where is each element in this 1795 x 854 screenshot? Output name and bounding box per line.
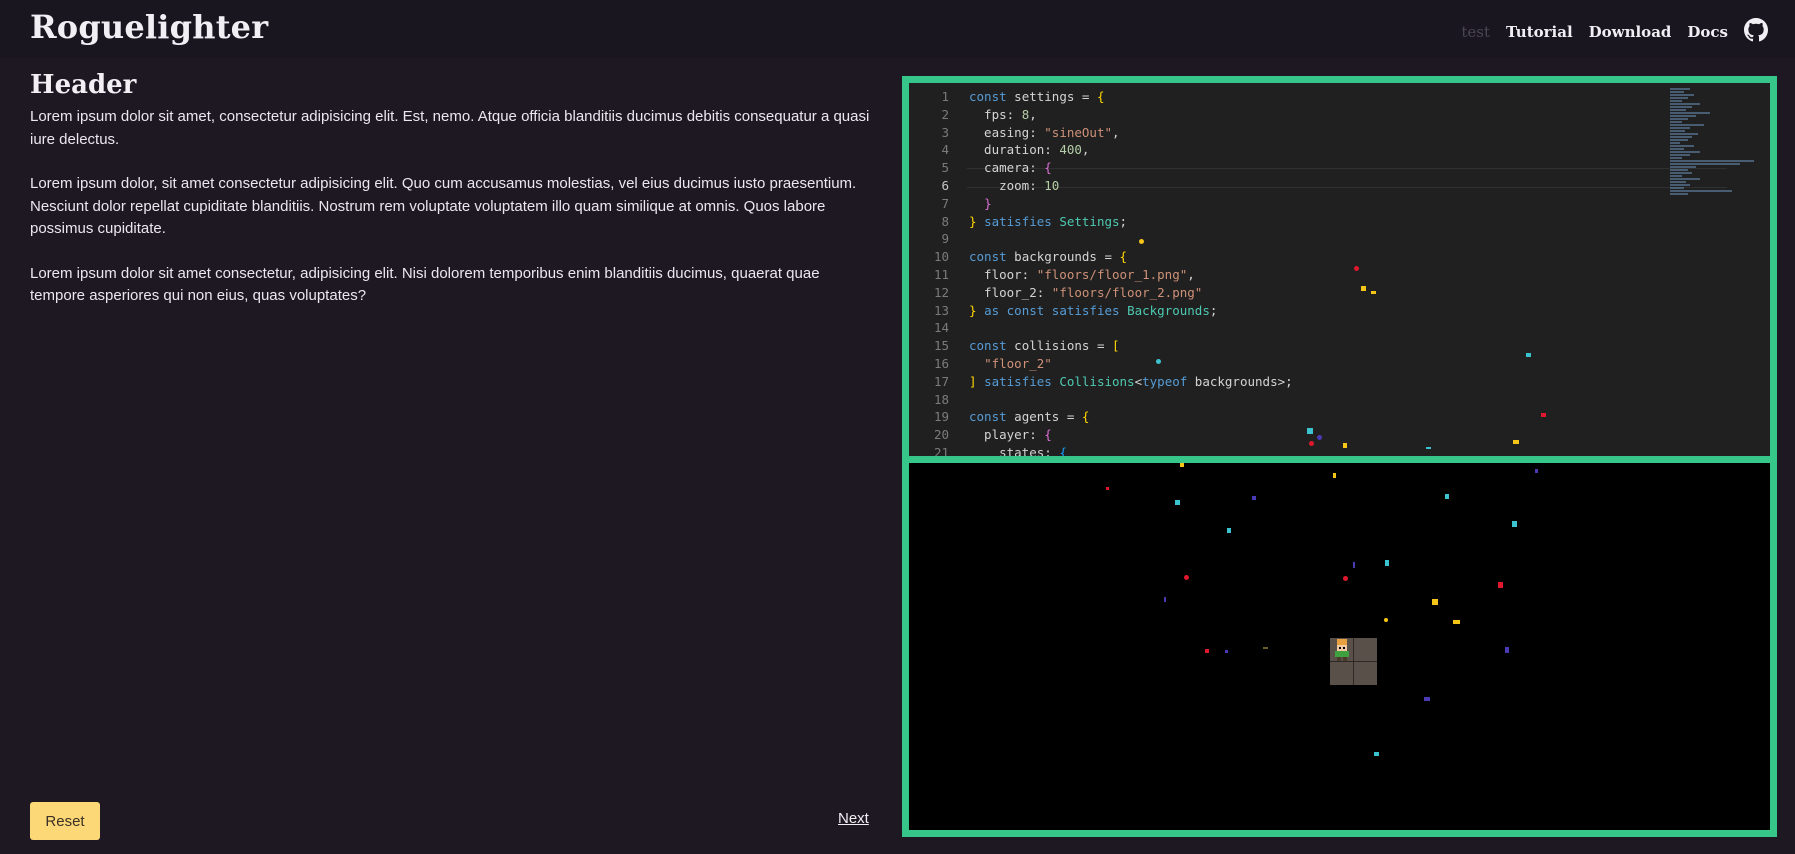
- confetti-piece: [1541, 413, 1546, 417]
- next-link[interactable]: Next: [838, 810, 869, 827]
- confetti-piece: [1180, 463, 1184, 467]
- confetti-piece: [1526, 353, 1531, 357]
- content-paragraph-3: Lorem ipsum dolor sit amet consectetur, …: [30, 264, 820, 305]
- confetti-piece: [1156, 359, 1161, 364]
- confetti-piece: [1426, 447, 1431, 449]
- confetti-piece: [1512, 521, 1517, 527]
- line-number: 13: [933, 302, 949, 318]
- editor-minimap[interactable]: [1670, 87, 1760, 327]
- line-number: 16: [933, 355, 949, 371]
- line-number: 10: [933, 249, 949, 265]
- line-number: 8: [941, 213, 949, 229]
- line-number: 11: [933, 266, 949, 282]
- code-editor[interactable]: 1 2 3 4 5 6 7 8 9 10 11 12 13 14 15 16 1…: [909, 83, 1770, 456]
- line-number: 6: [941, 177, 949, 193]
- confetti-piece: [1445, 494, 1449, 499]
- confetti-piece: [1106, 487, 1109, 490]
- confetti-piece: [1252, 496, 1256, 500]
- confetti-piece: [1184, 575, 1189, 580]
- preview-frame: 1 2 3 4 5 6 7 8 9 10 11 12 13 14 15 16 1…: [902, 76, 1777, 837]
- confetti-piece: [1374, 752, 1379, 756]
- line-number-gutter: 1 2 3 4 5 6 7 8 9 10 11 12 13 14 15 16 1…: [909, 88, 949, 456]
- nav-docs-link[interactable]: Docs: [1687, 23, 1728, 41]
- confetti-piece: [1139, 239, 1144, 244]
- line-number: 7: [941, 195, 949, 211]
- line-number: 5: [941, 160, 949, 176]
- confetti-piece: [1263, 647, 1268, 649]
- confetti-piece: [1498, 582, 1503, 588]
- content-paragraph-1: Lorem ipsum dolor sit amet, consectetur …: [30, 108, 870, 148]
- line-number: 3: [941, 124, 949, 140]
- brand-title[interactable]: Roguelighter: [30, 8, 268, 46]
- confetti-piece: [1205, 649, 1209, 653]
- github-icon: [1744, 18, 1768, 42]
- nav-test-link[interactable]: test: [1461, 23, 1490, 41]
- confetti-piece: [1317, 435, 1322, 440]
- content-paragraph-2: Lorem ipsum dolor, sit amet consectetur …: [30, 175, 857, 237]
- top-nav: test Tutorial Download Docs: [1461, 18, 1768, 46]
- confetti-piece: [1361, 286, 1366, 291]
- confetti-piece: [1453, 620, 1460, 624]
- reset-button[interactable]: Reset: [30, 802, 100, 840]
- line-number: 17: [933, 373, 949, 389]
- confetti-piece: [1505, 647, 1509, 653]
- nav-tutorial-link[interactable]: Tutorial: [1506, 23, 1573, 41]
- confetti-piece: [1343, 443, 1347, 448]
- confetti-piece: [1354, 266, 1359, 271]
- confetti-piece: [1384, 618, 1388, 622]
- confetti-piece: [1333, 473, 1336, 478]
- confetti-piece: [1513, 440, 1519, 444]
- confetti-piece: [1424, 697, 1430, 701]
- line-number: 12: [933, 284, 949, 300]
- line-number: 20: [933, 427, 949, 443]
- content-header: Header: [30, 70, 137, 100]
- confetti-piece: [1371, 291, 1376, 294]
- line-number: 2: [941, 106, 949, 122]
- code-content[interactable]: const settings = { fps: 8, easing: "sine…: [969, 88, 1293, 456]
- line-number: 1: [941, 89, 949, 104]
- confetti-piece: [1385, 560, 1389, 566]
- confetti-piece: [1353, 562, 1355, 568]
- line-number: 14: [933, 320, 949, 336]
- confetti-piece: [1432, 599, 1438, 605]
- confetti-piece: [1535, 469, 1538, 473]
- game-preview[interactable]: [909, 463, 1770, 830]
- line-number: 18: [933, 391, 949, 407]
- tutorial-content: Header Lorem ipsum dolor sit amet, conse…: [30, 70, 875, 330]
- confetti-piece: [1309, 441, 1314, 446]
- line-number: 21: [933, 444, 949, 456]
- line-number: 9: [941, 231, 949, 247]
- confetti-piece: [1175, 500, 1180, 505]
- confetti-piece: [1164, 597, 1166, 602]
- confetti-piece: [1343, 576, 1348, 581]
- nav-download-link[interactable]: Download: [1589, 23, 1672, 41]
- line-number: 4: [941, 142, 949, 158]
- confetti-piece: [1225, 650, 1228, 653]
- line-number: 15: [933, 338, 949, 354]
- line-number: 19: [933, 409, 949, 425]
- top-bar: Roguelighter test Tutorial Download Docs: [0, 0, 1795, 58]
- github-link[interactable]: [1744, 18, 1768, 46]
- player-sprite: [1335, 639, 1349, 661]
- confetti-piece: [1307, 428, 1313, 434]
- confetti-piece: [1227, 528, 1231, 533]
